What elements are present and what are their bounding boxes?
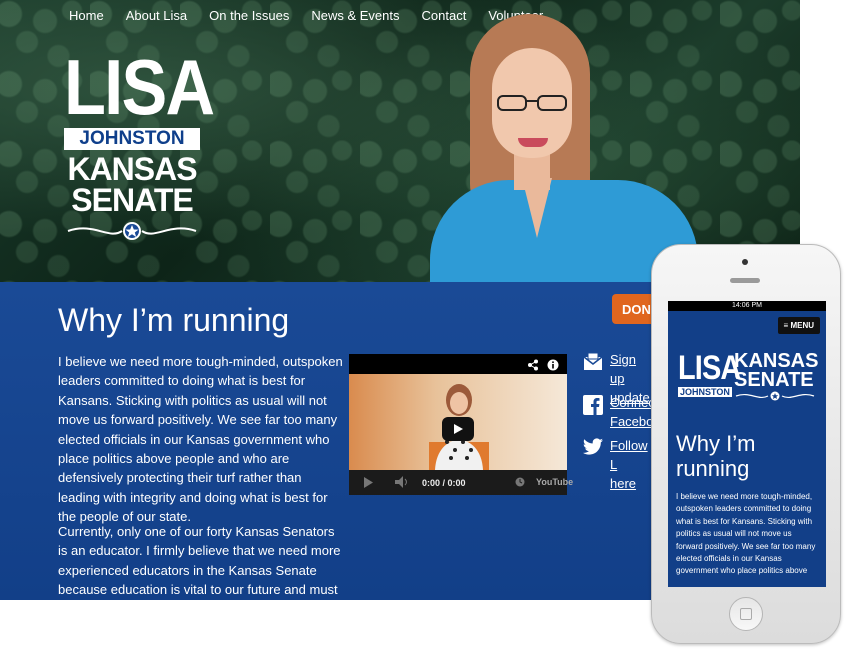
envelope-icon: [583, 352, 603, 372]
video-thumbnail: [349, 374, 567, 470]
mobile-intro-paragraph: I believe we need more tough-minded, out…: [676, 492, 816, 576]
play-button[interactable]: [442, 417, 474, 441]
campaign-logo[interactable]: LISA JOHNSTON KANSAS SENATE: [64, 43, 215, 247]
nav-about-lisa[interactable]: About Lisa: [126, 8, 187, 23]
nav-news-events[interactable]: News & Events: [311, 8, 399, 23]
mobile-star-flourish-icon: [735, 391, 815, 401]
nav-home[interactable]: Home: [69, 8, 104, 23]
volume-icon[interactable]: [395, 476, 409, 490]
phone-home-button[interactable]: [729, 597, 763, 631]
status-time: 14:06 PM: [732, 302, 762, 309]
star-flourish-icon: [64, 220, 200, 247]
play-control-icon[interactable]: [363, 477, 373, 490]
video-controls: 0:00 / 0:00 YouTube: [349, 470, 573, 495]
watch-later-icon[interactable]: [515, 477, 525, 489]
logo-johnston: JOHNSTON: [64, 128, 200, 150]
phone-camera: [742, 259, 748, 265]
mobile-logo-johnston: JOHNSTON: [678, 387, 732, 397]
mobile-logo-kansas: KANSAS: [734, 350, 819, 372]
youtube-video-player[interactable]: 0:00 / 0:00 YouTube: [349, 354, 573, 495]
mobile-menu-button[interactable]: ≡ MENU: [777, 317, 820, 334]
status-bar: 14:06 PM: [668, 301, 826, 311]
youtube-logo[interactable]: YouTube: [536, 477, 573, 487]
phone-screen: 14:06 PM ≡ MENU LISA JOHNSTON KANSAS SEN…: [668, 301, 826, 587]
twitter-icon: [582, 438, 603, 458]
logo-kansas: KANSAS: [67, 151, 197, 187]
candidate-photo: [430, 0, 700, 290]
second-paragraph: Currently, only one of our forty Kansas …: [58, 524, 341, 598]
intro-paragraph: I believe we need more tough-minded, out…: [58, 354, 343, 525]
logo-senate: SENATE: [71, 182, 193, 218]
play-icon: [454, 424, 463, 434]
facebook-icon: [583, 395, 603, 415]
logo-lisa: LISA: [64, 43, 215, 131]
glasses-icon: [497, 95, 567, 111]
page-title: Why I’m running: [58, 302, 290, 338]
mobile-page-title: Why I’m running: [676, 431, 756, 481]
video-time: 0:00 / 0:00: [422, 478, 466, 488]
mobile-logo-lisa: LISA: [678, 349, 741, 387]
nav-on-the-issues[interactable]: On the Issues: [209, 8, 289, 23]
mobile-phone-mockup: 14:06 PM ≡ MENU LISA JOHNSTON KANSAS SEN…: [651, 244, 841, 644]
mobile-logo-senate: SENATE: [734, 369, 814, 391]
hero-banner: Home About Lisa On the Issues News & Eve…: [0, 0, 800, 290]
phone-speaker: [730, 278, 760, 283]
twitter-label: Follow L here: [610, 438, 648, 491]
